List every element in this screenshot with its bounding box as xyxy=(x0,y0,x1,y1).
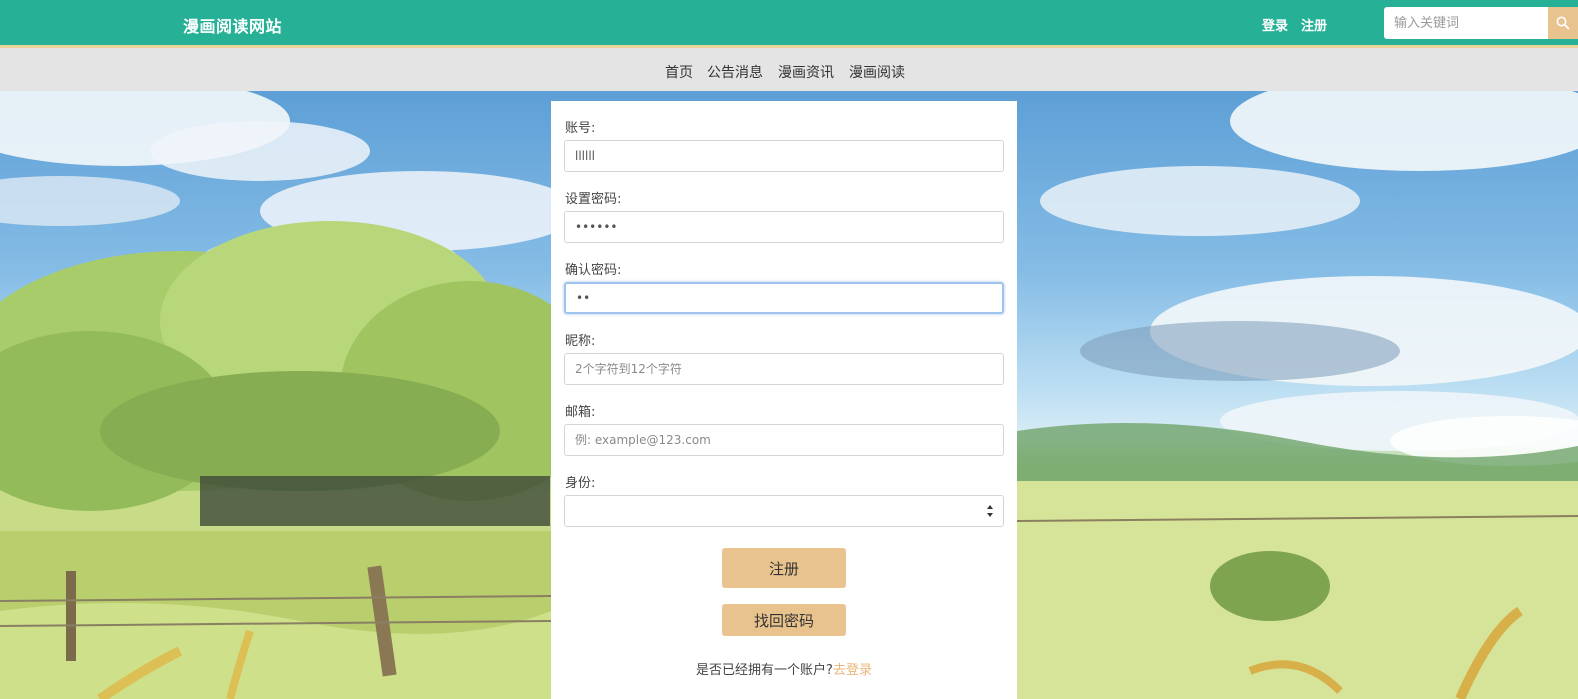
identity-label: 身份: xyxy=(565,476,596,491)
password-label: 设置密码: xyxy=(565,192,622,207)
login-prompt-text: 是否已经拥有一个账户? xyxy=(696,663,833,678)
register-form: 账号: 设置密码: 确认密码: 昵称: 邮箱: 身份: 注册 找回密码 是否已经… xyxy=(551,101,1017,699)
recover-password-button[interactable]: 找回密码 xyxy=(722,604,846,636)
confirm-password-input[interactable] xyxy=(564,282,1004,314)
site-title[interactable]: 漫画阅读网站 xyxy=(183,13,282,37)
login-link[interactable]: 登录 xyxy=(1262,15,1288,34)
register-button[interactable]: 注册 xyxy=(722,548,846,588)
nav-item-comic-news[interactable]: 漫画资讯 xyxy=(778,62,834,82)
email-input[interactable] xyxy=(564,424,1004,456)
nickname-input[interactable] xyxy=(564,353,1004,385)
search-button[interactable] xyxy=(1548,7,1578,39)
account-input[interactable] xyxy=(564,140,1004,172)
select-arrows-icon xyxy=(987,505,993,517)
identity-select[interactable] xyxy=(564,495,1004,527)
nav-item-comic-reading[interactable]: 漫画阅读 xyxy=(849,62,905,82)
register-link[interactable]: 注册 xyxy=(1301,15,1327,34)
search-icon xyxy=(1556,16,1570,30)
nav-item-home[interactable]: 首页 xyxy=(665,62,693,82)
account-label: 账号: xyxy=(565,121,596,136)
email-label: 邮箱: xyxy=(565,405,596,420)
password-input[interactable] xyxy=(564,211,1004,243)
go-login-link[interactable]: 去登录 xyxy=(833,663,872,678)
confirm-password-label: 确认密码: xyxy=(565,263,622,278)
main-nav: 首页 公告消息 漫画资讯 漫画阅读 xyxy=(0,48,1578,91)
search-input[interactable] xyxy=(1384,7,1548,39)
top-bar: 漫画阅读网站 登录 注册 xyxy=(0,0,1578,48)
login-prompt: 是否已经拥有一个账户?去登录 xyxy=(551,659,1017,678)
nickname-label: 昵称: xyxy=(565,334,596,349)
nav-item-announcements[interactable]: 公告消息 xyxy=(707,62,763,82)
